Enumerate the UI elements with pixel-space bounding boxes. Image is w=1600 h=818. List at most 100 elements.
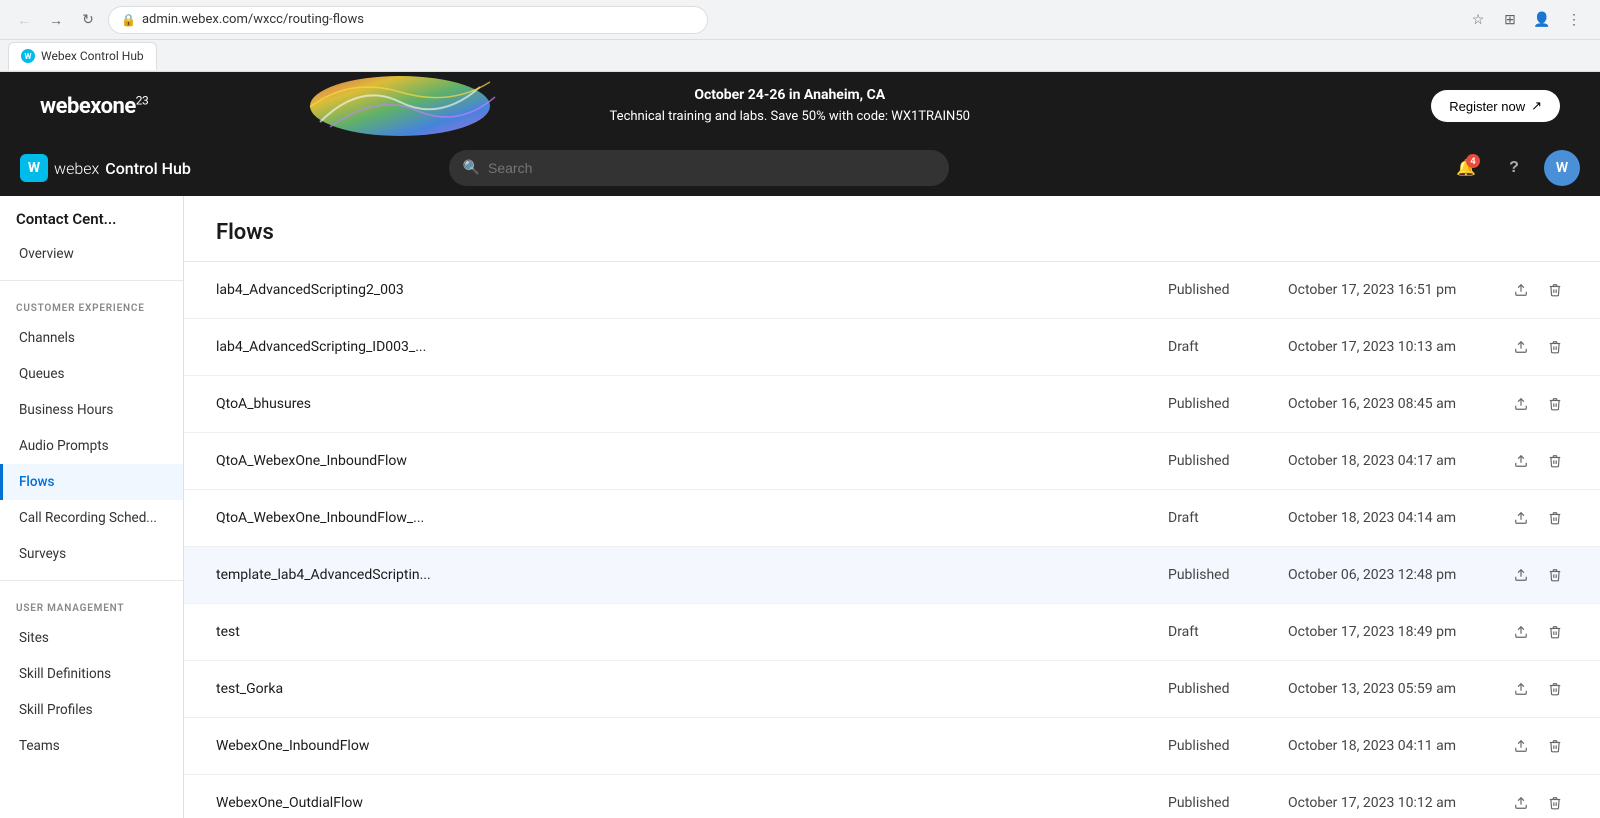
help-button[interactable]: ? bbox=[1496, 150, 1532, 186]
webex-favicon: W bbox=[21, 49, 35, 63]
app-name: webex bbox=[54, 159, 99, 178]
sidebar-item-flows[interactable]: Flows bbox=[0, 464, 183, 500]
flow-name: template_lab4_AdvancedScriptin... bbox=[216, 567, 1168, 583]
delete-button[interactable] bbox=[1542, 333, 1568, 361]
tab-label: Webex Control Hub bbox=[41, 49, 144, 63]
table-row[interactable]: lab4_AdvancedScripting_ID003_... Draft O… bbox=[184, 319, 1600, 376]
sidebar-item-audio-prompts[interactable]: Audio Prompts bbox=[0, 428, 183, 464]
search-bar[interactable]: 🔍 bbox=[449, 150, 949, 186]
browser-bar: ← → ↻ 🔒 admin.webex.com/wxcc/routing-flo… bbox=[0, 0, 1600, 40]
table-row[interactable]: QtoA_bhusures Published October 16, 2023… bbox=[184, 376, 1600, 433]
sidebar-item-queues[interactable]: Queues bbox=[0, 356, 183, 392]
sidebar-label-queues: Queues bbox=[19, 366, 64, 382]
delete-button[interactable] bbox=[1542, 675, 1568, 703]
flow-name: lab4_AdvancedScripting2_003 bbox=[216, 282, 1168, 298]
delete-button[interactable] bbox=[1542, 618, 1568, 646]
address-bar[interactable]: 🔒 admin.webex.com/wxcc/routing-flows bbox=[108, 6, 708, 34]
table-row[interactable]: lab4_AdvancedScripting2_003 Published Oc… bbox=[184, 262, 1600, 319]
flow-name: WebexOne_InboundFlow bbox=[216, 738, 1168, 754]
flow-actions bbox=[1508, 675, 1568, 703]
flow-status: Published bbox=[1168, 453, 1288, 469]
flow-actions bbox=[1508, 789, 1568, 817]
export-button[interactable] bbox=[1508, 675, 1534, 703]
sidebar-label-channels: Channels bbox=[19, 330, 75, 346]
extensions-button[interactable]: ⊞ bbox=[1496, 6, 1524, 34]
search-input[interactable] bbox=[488, 160, 935, 176]
sidebar-item-overview[interactable]: Overview bbox=[0, 236, 183, 272]
flow-actions bbox=[1508, 390, 1568, 418]
export-button[interactable] bbox=[1508, 333, 1534, 361]
promo-logo-text: webexone23 bbox=[40, 94, 148, 119]
browser-actions: ☆ ⊞ 👤 ⋮ bbox=[1464, 6, 1588, 34]
bookmark-button[interactable]: ☆ bbox=[1464, 6, 1492, 34]
sidebar-label-business-hours: Business Hours bbox=[19, 402, 113, 418]
notifications-button[interactable]: 🔔 4 bbox=[1448, 150, 1484, 186]
export-button[interactable] bbox=[1508, 276, 1534, 304]
table-row[interactable]: WebexOne_OutdialFlow Published October 1… bbox=[184, 775, 1600, 818]
sidebar: Contact Cent... Overview CUSTOMER EXPERI… bbox=[0, 196, 184, 818]
forward-button[interactable]: → bbox=[44, 8, 68, 32]
table-row[interactable]: WebexOne_InboundFlow Published October 1… bbox=[184, 718, 1600, 775]
active-tab[interactable]: W Webex Control Hub bbox=[8, 42, 157, 70]
profile-button[interactable]: 👤 bbox=[1528, 6, 1556, 34]
help-icon: ? bbox=[1509, 159, 1519, 177]
flow-date: October 18, 2023 04:14 am bbox=[1288, 510, 1508, 526]
export-button[interactable] bbox=[1508, 789, 1534, 817]
promo-logo: webexone23 bbox=[40, 93, 148, 118]
search-icon: 🔍 bbox=[463, 160, 480, 176]
back-button[interactable]: ← bbox=[12, 8, 36, 32]
flow-date: October 18, 2023 04:11 am bbox=[1288, 738, 1508, 754]
app-body: Contact Cent... Overview CUSTOMER EXPERI… bbox=[0, 196, 1600, 818]
flow-date: October 17, 2023 10:13 am bbox=[1288, 339, 1508, 355]
sidebar-label-audio-prompts: Audio Prompts bbox=[19, 438, 109, 454]
promo-banner: webexone23 October 24-26 in Anaheim, CA … bbox=[0, 72, 1600, 140]
user-management-label: USER MANAGEMENT bbox=[0, 589, 183, 620]
table-row[interactable]: template_lab4_AdvancedScriptin... Publis… bbox=[184, 547, 1600, 604]
export-button[interactable] bbox=[1508, 504, 1534, 532]
delete-button[interactable] bbox=[1542, 789, 1568, 817]
table-row[interactable]: test_Gorka Published October 13, 2023 05… bbox=[184, 661, 1600, 718]
flow-name: test bbox=[216, 624, 1168, 640]
page-header: Flows bbox=[184, 196, 1600, 262]
sidebar-label-teams: Teams bbox=[19, 738, 60, 754]
flow-name: lab4_AdvancedScripting_ID003_... bbox=[216, 339, 1168, 355]
export-button[interactable] bbox=[1508, 561, 1534, 589]
delete-button[interactable] bbox=[1542, 390, 1568, 418]
promo-text: October 24-26 in Anaheim, CA Technical t… bbox=[610, 84, 970, 128]
export-button[interactable] bbox=[1508, 618, 1534, 646]
sidebar-item-sites[interactable]: Sites bbox=[0, 620, 183, 656]
promo-headline: October 24-26 in Anaheim, CA bbox=[694, 87, 885, 103]
sidebar-divider-1 bbox=[0, 280, 183, 281]
delete-button[interactable] bbox=[1542, 276, 1568, 304]
flow-date: October 17, 2023 10:12 am bbox=[1288, 795, 1508, 811]
export-button[interactable] bbox=[1508, 390, 1534, 418]
export-button[interactable] bbox=[1508, 447, 1534, 475]
promo-subheadline: Technical training and labs. Save 50% wi… bbox=[610, 107, 970, 128]
register-button[interactable]: Register now ↗ bbox=[1431, 90, 1560, 122]
flow-status: Draft bbox=[1168, 624, 1288, 640]
promo-graphic bbox=[300, 72, 500, 140]
sidebar-item-surveys[interactable]: Surveys bbox=[0, 536, 183, 572]
sidebar-item-skill-definitions[interactable]: Skill Definitions bbox=[0, 656, 183, 692]
flow-date: October 18, 2023 04:17 am bbox=[1288, 453, 1508, 469]
sidebar-item-skill-profiles[interactable]: Skill Profiles bbox=[0, 692, 183, 728]
refresh-button[interactable]: ↻ bbox=[76, 8, 100, 32]
browser-menu-button[interactable]: ⋮ bbox=[1560, 6, 1588, 34]
delete-button[interactable] bbox=[1542, 504, 1568, 532]
flow-actions bbox=[1508, 333, 1568, 361]
delete-button[interactable] bbox=[1542, 732, 1568, 760]
delete-button[interactable] bbox=[1542, 447, 1568, 475]
delete-button[interactable] bbox=[1542, 561, 1568, 589]
url-text: admin.webex.com/wxcc/routing-flows bbox=[142, 12, 364, 27]
sidebar-item-call-recording[interactable]: Call Recording Sched... bbox=[0, 500, 183, 536]
table-row[interactable]: test Draft October 17, 2023 18:49 pm bbox=[184, 604, 1600, 661]
table-row[interactable]: QtoA_WebexOne_InboundFlow_... Draft Octo… bbox=[184, 490, 1600, 547]
flow-date: October 17, 2023 18:49 pm bbox=[1288, 624, 1508, 640]
sidebar-item-business-hours[interactable]: Business Hours bbox=[0, 392, 183, 428]
export-button[interactable] bbox=[1508, 732, 1534, 760]
user-avatar[interactable]: W bbox=[1544, 150, 1580, 186]
sidebar-item-channels[interactable]: Channels bbox=[0, 320, 183, 356]
sidebar-item-teams[interactable]: Teams bbox=[0, 728, 183, 764]
table-row[interactable]: QtoA_WebexOne_InboundFlow Published Octo… bbox=[184, 433, 1600, 490]
flow-name: QtoA_WebexOne_InboundFlow_... bbox=[216, 510, 1168, 526]
